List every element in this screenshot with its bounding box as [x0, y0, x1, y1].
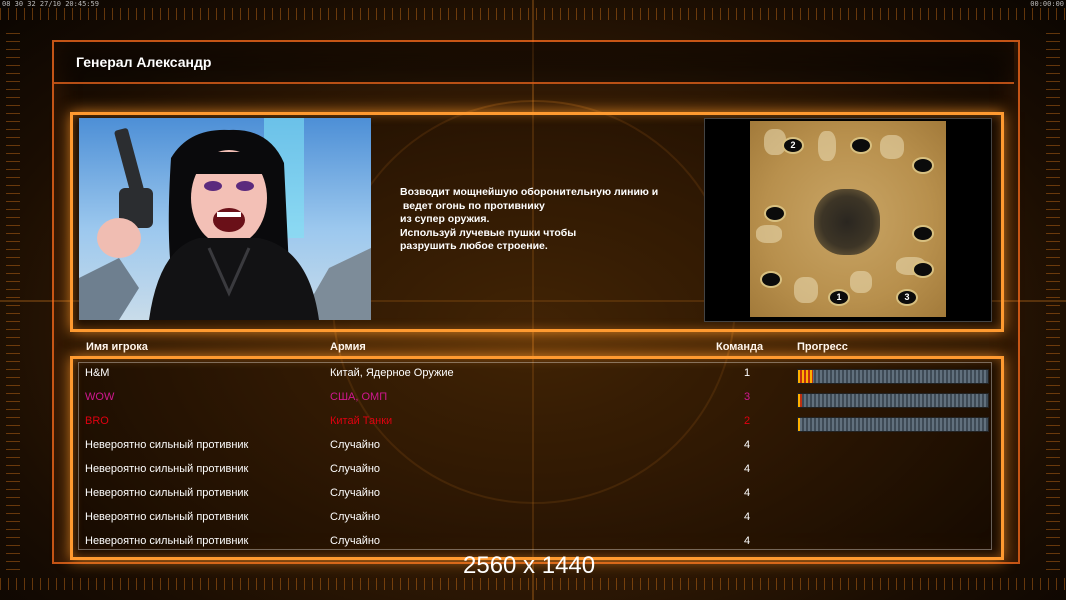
- player-row: Невероятно сильный противник Случайно 4: [0, 487, 1066, 507]
- player-progress-bar: [797, 393, 989, 408]
- player-army: Случайно: [330, 511, 381, 523]
- player-army: Китай Танки: [330, 415, 393, 427]
- column-header-progress: Прогресс: [797, 341, 848, 353]
- player-name: Невероятно сильный противник: [85, 487, 249, 499]
- player-row: Невероятно сильный противник Случайно 4: [0, 439, 1066, 459]
- player-progress-bar: [797, 369, 989, 384]
- player-team: 3: [744, 391, 751, 403]
- start-slot: [912, 261, 934, 278]
- player-row: H&M Китай, Ядерное Оружие 1: [0, 367, 1066, 387]
- start-slot: [912, 157, 934, 174]
- system-timer: 00:00:00: [1030, 0, 1064, 8]
- player-name: H&M: [85, 367, 110, 379]
- player-army: Случайно: [330, 463, 381, 475]
- minimap-rock: [794, 277, 818, 303]
- minimap-rock: [818, 131, 836, 161]
- start-slot: 2: [782, 137, 804, 154]
- column-header-name: Имя игрока: [86, 341, 148, 353]
- column-header-team: Команда: [716, 341, 764, 353]
- system-timestamp: 08 30 32 27/10 20:45:59: [2, 0, 99, 8]
- general-description: Возводит мощнейшую оборонительную линию …: [400, 186, 658, 254]
- player-name: Невероятно сильный противник: [85, 535, 249, 547]
- description-line: ведет огонь по противнику: [400, 199, 545, 212]
- start-slot: [850, 137, 872, 154]
- player-team: 2: [744, 415, 751, 427]
- start-slot: 3: [896, 289, 918, 306]
- player-team: 4: [744, 511, 751, 523]
- player-progress-fill: [798, 370, 814, 383]
- player-progress-fill: [798, 394, 802, 407]
- resolution-label: 2560 x 1440: [463, 552, 596, 579]
- minimap-center-base: [814, 189, 880, 255]
- player-progress-fill: [798, 418, 800, 431]
- minimap: 2 1 3: [704, 118, 992, 322]
- player-name: Невероятно сильный противник: [85, 511, 249, 523]
- player-name: Невероятно сильный противник: [85, 439, 249, 451]
- player-army: США, ОМП: [330, 391, 388, 403]
- start-slot: 1: [828, 289, 850, 306]
- player-name: WOW: [85, 391, 115, 403]
- description-line: Используй лучевые пушки чтобы: [400, 226, 577, 239]
- player-row: WOW США, ОМП 3: [0, 391, 1066, 411]
- player-name: Невероятно сильный противник: [85, 463, 249, 475]
- player-progress-bar: [797, 417, 989, 432]
- player-row: Невероятно сильный противник Случайно 4: [0, 511, 1066, 531]
- general-portrait: [79, 118, 371, 320]
- start-slot: [760, 271, 782, 288]
- player-army: Случайно: [330, 535, 381, 547]
- minimap-field: 2 1 3: [750, 121, 946, 317]
- minimap-rock: [880, 135, 904, 159]
- player-row: Невероятно сильный противник Случайно 4: [0, 463, 1066, 483]
- player-team: 4: [744, 487, 751, 499]
- player-team: 4: [744, 535, 751, 547]
- player-name: BRO: [85, 415, 109, 427]
- portrait-image: [79, 118, 371, 320]
- player-army: Китай, Ядерное Оружие: [330, 367, 454, 379]
- player-team: 4: [744, 439, 751, 451]
- player-team: 1: [744, 367, 751, 379]
- player-row: BRO Китай Танки 2: [0, 415, 1066, 435]
- minimap-rock: [756, 225, 782, 243]
- player-team: 4: [744, 463, 751, 475]
- description-line: разрушить любое строение.: [400, 240, 548, 252]
- player-army: Случайно: [330, 487, 381, 499]
- player-army: Случайно: [330, 439, 381, 451]
- general-title: Генерал Александр: [76, 54, 212, 70]
- minimap-rock: [850, 271, 872, 293]
- description-line: из супер оружия.: [400, 213, 490, 225]
- start-slot: [912, 225, 934, 242]
- start-slot: [764, 205, 786, 222]
- column-header-army: Армия: [330, 341, 366, 353]
- description-line: Возводит мощнейшую оборонительную линию …: [400, 186, 659, 198]
